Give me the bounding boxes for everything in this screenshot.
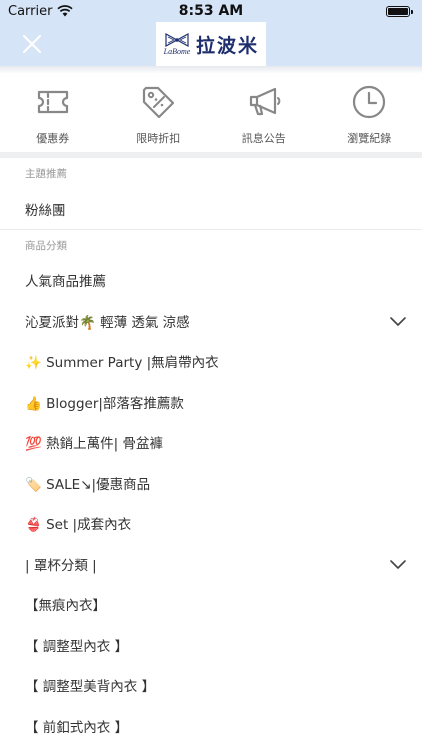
discount-button[interactable]: 限時折扣 <box>113 74 203 146</box>
price-tag-icon <box>143 86 175 119</box>
megaphone-icon <box>249 87 281 116</box>
wifi-icon <box>57 5 74 17</box>
fan-page-item[interactable]: 粉絲團 <box>0 188 422 229</box>
category-label: ✨ Summer Party |無肩帶內衣 <box>25 355 219 372</box>
category-label: 人氣商品推薦 <box>25 274 106 291</box>
quick-actions: 優惠券 限時折扣 訊息公告 瀏覽紀錄 <box>0 74 422 152</box>
clock-icon <box>353 85 386 119</box>
featured-section-header: 主題推薦 <box>25 167 67 180</box>
announcement-button[interactable]: 訊息公告 <box>219 74 309 146</box>
category-label: 沁夏派對🌴 輕薄 透氣 涼感 <box>25 314 190 331</box>
logo-cjk-text: 拉波米 <box>196 34 260 57</box>
subcategory-label: 【 調整型內衣 】 <box>25 638 129 655</box>
category-item[interactable]: ✨ Summer Party |無肩帶內衣 <box>0 341 422 382</box>
nav-bar: LaBome 拉波米 <box>0 22 422 66</box>
category-label: 🏷️ SALE↘|優惠商品 <box>25 476 151 493</box>
status-bar: Carrier 8:53 AM <box>0 0 422 22</box>
nav-shadow <box>0 66 422 74</box>
subcategory-item[interactable]: 【無痕內衣】 <box>0 584 422 625</box>
subcategory-label: 【無痕內衣】 <box>25 598 106 615</box>
history-label: 瀏覽紀錄 <box>347 132 392 145</box>
subcategory-item[interactable]: 【 調整型美背內衣 】 <box>0 665 422 706</box>
status-left: Carrier <box>8 3 74 19</box>
chevron-down-icon[interactable] <box>388 554 408 574</box>
logo-latin-text: LaBome <box>163 46 191 56</box>
category-item[interactable]: 👙 Set |成套內衣 <box>0 503 422 544</box>
subcategory-label: 【 前釦式內衣 】 <box>25 719 129 736</box>
category-label: 💯 熱銷上萬件| 骨盆褲 <box>25 436 163 453</box>
discount-label: 限時折扣 <box>136 132 181 145</box>
category-item[interactable]: 人氣商品推薦 <box>0 260 422 301</box>
category-item[interactable]: 💯 熱銷上萬件| 骨盆褲 <box>0 422 422 463</box>
category-item-expandable[interactable]: 沁夏派對🌴 輕薄 透氣 涼感 <box>0 301 422 342</box>
battery-icon <box>386 5 413 17</box>
history-button[interactable]: 瀏覽紀錄 <box>324 74 414 146</box>
category-item-expandable[interactable]: | 罩杯分類 | <box>0 544 422 585</box>
coupon-button[interactable]: 優惠券 <box>8 74 98 146</box>
announcement-label: 訊息公告 <box>241 132 286 145</box>
category-label: 👍 Blogger|部落客推薦款 <box>25 395 184 412</box>
ticket-icon <box>37 90 68 114</box>
carrier-label: Carrier <box>8 3 53 19</box>
brand-logo: LaBome 拉波米 <box>156 22 266 66</box>
category-item[interactable]: 👍 Blogger|部落客推薦款 <box>0 382 422 423</box>
category-item[interactable]: 🏷️ SALE↘|優惠商品 <box>0 463 422 504</box>
category-label: | 罩杯分類 | <box>25 557 97 574</box>
subcategory-item[interactable]: 【 前釦式內衣 】 <box>0 706 422 747</box>
logo-mark: LaBome <box>162 32 192 56</box>
subcategory-label: 【 調整型美背內衣 】 <box>25 679 156 696</box>
category-label: 👙 Set |成套內衣 <box>25 517 132 534</box>
subcategory-item[interactable]: 【 調整型內衣 】 <box>0 625 422 666</box>
close-icon[interactable] <box>20 32 44 56</box>
fan-page-label: 粉絲團 <box>25 202 66 219</box>
category-section-header: 商品分類 <box>25 239 67 252</box>
chevron-down-icon[interactable] <box>388 311 408 331</box>
menu-list: 主題推薦 粉絲團 商品分類 人氣商品推薦 沁夏派對🌴 輕薄 透氣 涼感 ✨ Su… <box>0 158 422 746</box>
bow-icon <box>165 32 189 47</box>
coupon-label: 優惠券 <box>36 132 70 145</box>
